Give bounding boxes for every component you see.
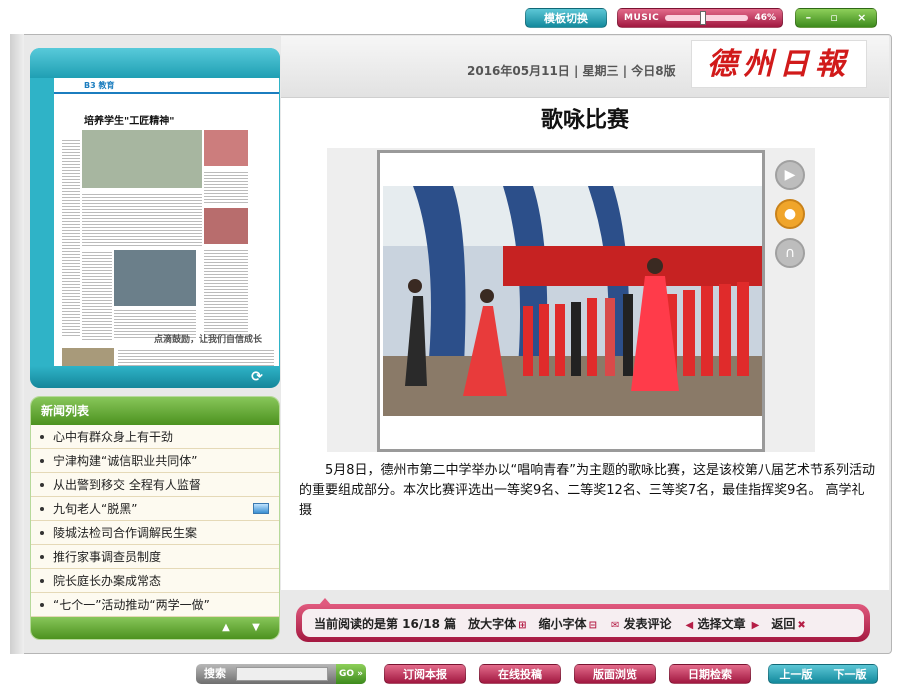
news-item-label[interactable]: “七个一”活动推动“两学一做” <box>53 598 210 612</box>
search-input[interactable] <box>236 667 328 681</box>
newspaper-page-thumbnail[interactable]: B3 教育 培养学生"工匠精神" 点滴鼓励，让我们自信成长 <box>54 78 279 388</box>
mail-icon[interactable]: ✉ <box>611 620 619 631</box>
news-item-label[interactable]: 心中有群众身上有干劲 <box>53 430 173 444</box>
thumbnail-cap <box>30 48 280 78</box>
minus-icon[interactable]: ⊟ <box>589 620 597 631</box>
date-search-button[interactable]: 日期检索 <box>669 664 751 684</box>
news-list-item[interactable]: 陵城法检司合作调解民生案 <box>31 521 279 545</box>
picture-icon <box>253 503 269 514</box>
plus-icon[interactable]: ⊞ <box>518 620 526 631</box>
news-item-label[interactable]: 陵城法检司合作调解民生案 <box>53 526 197 540</box>
zoom-out-button[interactable]: 缩小字体 ⊟ <box>539 615 597 632</box>
news-list: 心中有群众身上有干劲 宁津构建“诚信职业共同体” 从出警到移交 全程有人监督 九… <box>31 425 279 617</box>
issue-date: 2016年05月11日 | 星期三 | 今日8版 <box>467 64 676 78</box>
reading-progress: 当前阅读的是第 16/18 篇 <box>314 616 457 631</box>
news-list-heading: 新闻列表 <box>31 397 279 425</box>
page-thumbnail-card: B3 教育 培养学生"工匠精神" 点滴鼓励，让我们自信成长 ⟳ <box>30 48 280 388</box>
zoom-in-button[interactable]: 放大字体 ⊞ <box>468 615 526 632</box>
comment-button[interactable]: ✉ 发表评论 <box>609 615 672 632</box>
music-volume-slider[interactable] <box>665 11 749 25</box>
up-arrow-icon[interactable]: ▲ <box>219 621 233 635</box>
minimize-icon[interactable]: – <box>806 8 812 28</box>
next-page-button[interactable]: 下一版 <box>834 665 867 683</box>
article-title: 歌咏比赛 <box>540 108 629 133</box>
search-box: 搜索 GO » <box>196 664 366 684</box>
select-article-label[interactable]: 选择文章 <box>697 617 745 631</box>
subscribe-button[interactable]: 订阅本报 <box>384 664 466 684</box>
news-list-item[interactable]: 心中有群众身上有干劲 <box>31 425 279 449</box>
thumbnail-text-column <box>62 138 80 338</box>
news-list-item[interactable]: 从出警到移交 全程有人监督 <box>31 473 279 497</box>
close-icon[interactable]: ✖ <box>797 620 805 631</box>
down-arrow-icon[interactable]: ▼ <box>249 621 263 635</box>
thumbnail-footer: ⟳ <box>30 366 280 388</box>
page-browse-button[interactable]: 版面浏览 <box>574 664 656 684</box>
music-control[interactable]: MUSIC 46% <box>617 8 783 28</box>
news-list-item[interactable]: “七个一”活动推动“两学一做” <box>31 593 279 617</box>
zoom-in-label[interactable]: 放大字体 <box>468 617 516 631</box>
music-label: MUSIC <box>624 13 660 23</box>
headphones-icon[interactable]: ∩ <box>775 238 805 268</box>
article-photo[interactable] <box>383 186 762 416</box>
news-item-label[interactable]: 宁津构建“诚信职业共同体” <box>53 454 197 468</box>
back-label[interactable]: 返回 <box>771 617 795 631</box>
news-list-item[interactable]: 院长庭长办案成常态 <box>31 569 279 593</box>
template-switch-button[interactable]: 模板切换 <box>525 8 607 28</box>
bottom-toolbar: 搜索 GO » 订阅本报 在线投稿 版面浏览 日期检索 上一版 下一版 <box>0 660 900 692</box>
thumbnail-headline: 培养学生"工匠精神" <box>84 116 175 127</box>
news-item-label[interactable]: 推行家事调查员制度 <box>53 550 161 564</box>
back-button[interactable]: 返回 ✖ <box>771 615 805 632</box>
window-controls: – ▫ × <box>795 8 877 28</box>
news-item-label[interactable]: 从出警到移交 全程有人监督 <box>53 478 201 492</box>
thumbnail-page-label: B3 <box>84 81 96 90</box>
media-icons: ▶ ● ∩ <box>775 160 811 277</box>
news-item-label[interactable]: 九旬老人“脱黑” <box>53 502 137 516</box>
article-photo-panel <box>327 148 815 452</box>
news-list-item[interactable]: 推行家事调查员制度 <box>31 545 279 569</box>
article-body: 5月8日，德州市第二中学举办以“唱响青春”为主题的歌咏比赛，这是该校第八届艺术节… <box>299 463 876 518</box>
thumbnail-photo <box>204 130 248 166</box>
close-icon[interactable]: × <box>857 8 866 28</box>
thumbnail-text-column <box>204 170 248 204</box>
thumbnail-text-column <box>204 248 248 338</box>
zoom-out-label[interactable]: 缩小字体 <box>539 617 587 631</box>
article-photo-frame <box>377 150 765 452</box>
thumbnail-text-column <box>82 250 112 340</box>
thumbnail-photo <box>204 208 248 244</box>
article-content-area: 2016年05月11日 | 星期三 | 今日8版 德州日報 歌咏比赛 ▶ ● ∩… <box>281 36 889 590</box>
top-bar: 模板切换 MUSIC 46% – ▫ × <box>0 0 900 32</box>
thumbnail-bottom-headline: 点滴鼓励，让我们自信成长 <box>154 335 263 345</box>
music-volume-percent: 46% <box>754 13 776 23</box>
reading-bar-inner: 当前阅读的是第 16/18 篇 放大字体 ⊞ 缩小字体 ⊟ ✉ 发表评论 ◀ 选择文… <box>302 609 864 637</box>
newspaper-logo: 德州日報 <box>691 40 867 88</box>
news-list-item[interactable]: 宁津构建“诚信职业共同体” <box>31 449 279 473</box>
thumbnail-text-column <box>82 192 202 248</box>
chevron-left-icon[interactable]: ◀ <box>686 620 694 631</box>
search-go-button[interactable]: GO » <box>336 664 366 684</box>
search-label: 搜索 <box>204 667 226 680</box>
news-list-panel: 新闻列表 心中有群众身上有干劲 宁津构建“诚信职业共同体” 从出警到移交 全程有… <box>30 396 280 640</box>
comment-label[interactable]: 发表评论 <box>624 617 672 631</box>
chevron-right-icon[interactable]: ▶ <box>752 620 760 631</box>
masthead-strip: 2016年05月11日 | 星期三 | 今日8版 德州日報 <box>281 36 889 98</box>
choir-performance-illustration <box>383 186 762 416</box>
news-item-label[interactable]: 院长庭长办案成常态 <box>53 574 161 588</box>
volume-slider-knob[interactable] <box>700 11 707 25</box>
video-icon[interactable]: ▶ <box>775 160 805 190</box>
previous-page-button[interactable]: 上一版 <box>780 665 813 683</box>
person-icon[interactable]: ● <box>775 199 805 229</box>
reading-bar: 当前阅读的是第 16/18 篇 放大字体 ⊞ 缩小字体 ⊟ ✉ 发表评论 ◀ 选择文… <box>296 604 870 642</box>
page-navigation: 上一版 下一版 <box>768 664 878 684</box>
submit-article-button[interactable]: 在线投稿 <box>479 664 561 684</box>
thumbnail-photo <box>114 250 196 306</box>
news-list-item[interactable]: 九旬老人“脱黑” <box>31 497 279 521</box>
select-article-button[interactable]: ◀ 选择文章 ▶ <box>684 615 760 632</box>
frame-edge <box>10 34 24 654</box>
refresh-icon[interactable]: ⟳ <box>248 369 266 385</box>
news-list-footer: ▲ ▼ <box>31 617 279 639</box>
maximize-icon[interactable]: ▫ <box>830 8 837 28</box>
thumbnail-section: 教育 <box>98 81 115 90</box>
thumbnail-photo <box>82 130 202 188</box>
thumbnail-masthead: B3 教育 <box>54 78 279 94</box>
